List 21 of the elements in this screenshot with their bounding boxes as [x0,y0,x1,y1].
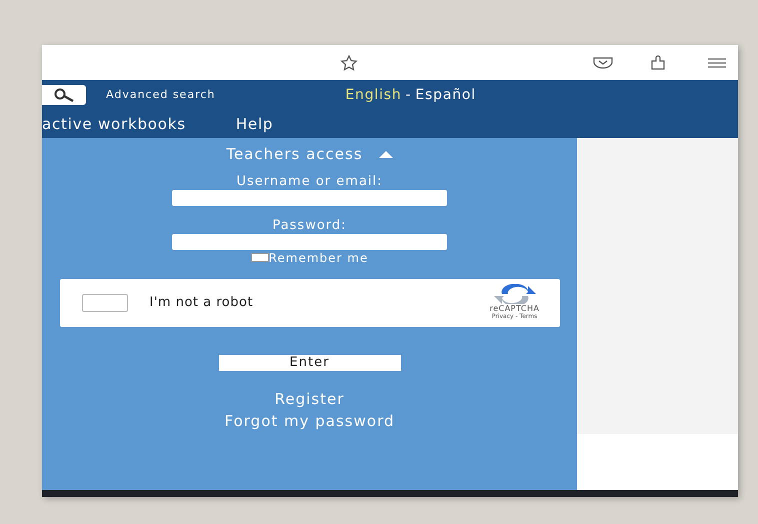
separator-text: - [406,86,412,104]
language-link[interactable]: Español [415,84,476,106]
pocket-icon[interactable] [593,56,613,68]
star-icon[interactable] [340,54,358,70]
advanced-search-link[interactable]: Advanced search [106,86,216,104]
language-link[interactable]: English [345,84,402,106]
search-button[interactable] [42,85,86,105]
captcha-brand: reCAPTCHA [490,304,540,313]
captcha-label: I'm not a robot [150,294,254,312]
enter-button[interactable]: Enter [218,354,400,370]
input-field[interactable] [172,190,447,206]
refresh-arrows-icon [492,284,538,304]
field-label: Username or email: [236,174,383,190]
nav-link[interactable]: active workbooks [42,112,186,136]
nav-link[interactable]: Help [236,112,274,136]
menu-icon[interactable] [708,56,726,68]
checkbox[interactable] [250,253,269,262]
captcha-checkbox[interactable] [82,294,128,312]
checkbox-label: Remember me [268,250,368,264]
input-field[interactable] [172,234,447,250]
field-label: Password: [272,218,347,234]
